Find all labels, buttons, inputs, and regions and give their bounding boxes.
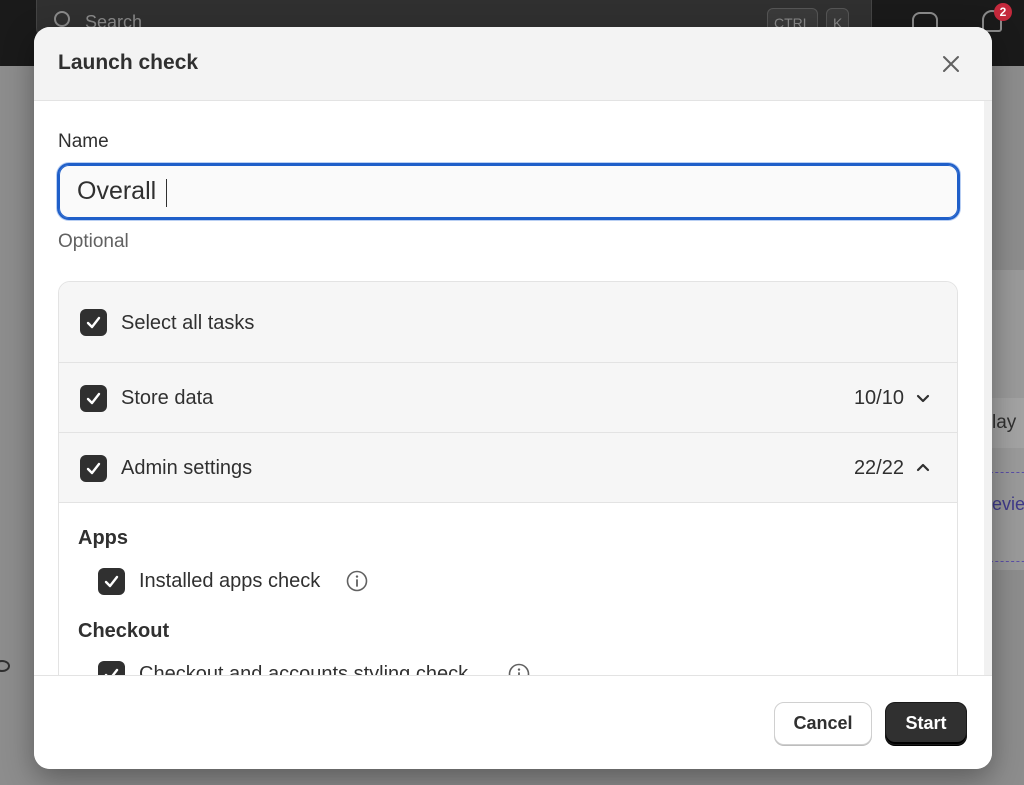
background-day-text: lay — [992, 412, 1017, 433]
admin-settings-count: 22/22 — [853, 457, 904, 479]
dialog-scrollbar[interactable] — [984, 101, 992, 675]
section-title-checkout: Checkout — [78, 620, 170, 642]
name-label: Name — [58, 131, 109, 152]
cancel-button[interactable]: Cancel — [774, 702, 872, 745]
checkmark-icon — [104, 575, 119, 588]
background-review-link: evie — [992, 494, 1024, 514]
group-row-admin-settings[interactable]: Admin settings 22/22 — [59, 433, 957, 503]
dialog-body: Name Optional Select all tasks Store dat… — [34, 101, 984, 675]
select-all-checkbox[interactable] — [80, 309, 107, 336]
checkout-styling-label: Checkout and accounts styling check — [139, 663, 469, 675]
name-help-text: Optional — [58, 231, 129, 252]
admin-settings-checkbox[interactable] — [80, 455, 107, 482]
background-dashed-box — [990, 472, 1024, 562]
close-icon — [943, 56, 959, 72]
installed-apps-label: Installed apps check — [139, 570, 321, 592]
select-all-label: Select all tasks — [121, 312, 255, 334]
checkmark-icon — [86, 392, 101, 405]
chevron-up-icon[interactable] — [913, 457, 933, 477]
text-caret — [166, 179, 167, 207]
info-icon[interactable] — [346, 570, 368, 592]
store-data-checkbox[interactable] — [80, 385, 107, 412]
chevron-down-icon[interactable] — [913, 388, 933, 408]
name-input[interactable] — [57, 163, 960, 220]
start-button[interactable]: Start — [885, 702, 967, 745]
task-list: Select all tasks Store data 10/10 Admin … — [58, 281, 958, 675]
dialog-footer: Cancel Start — [34, 675, 992, 769]
search-icon — [54, 11, 70, 27]
checkout-styling-checkbox[interactable] — [98, 661, 125, 675]
launch-check-dialog: Launch check Name Optional Select all ta… — [34, 27, 992, 769]
store-data-count: 10/10 — [853, 387, 904, 409]
section-title-apps: Apps — [78, 527, 128, 549]
select-all-row[interactable]: Select all tasks — [59, 282, 957, 363]
admin-settings-label: Admin settings — [121, 457, 253, 479]
checkmark-icon — [86, 462, 101, 475]
notification-badge: 2 — [994, 3, 1012, 21]
info-icon[interactable] — [508, 663, 530, 675]
installed-apps-checkbox[interactable] — [98, 568, 125, 595]
close-button[interactable] — [934, 47, 968, 81]
checkmark-icon — [86, 316, 101, 329]
store-data-label: Store data — [121, 387, 214, 409]
dialog-header: Launch check — [34, 27, 992, 101]
dialog-title: Launch check — [58, 51, 199, 74]
group-row-store-data[interactable]: Store data 10/10 — [59, 363, 957, 433]
checkmark-icon — [104, 668, 119, 675]
